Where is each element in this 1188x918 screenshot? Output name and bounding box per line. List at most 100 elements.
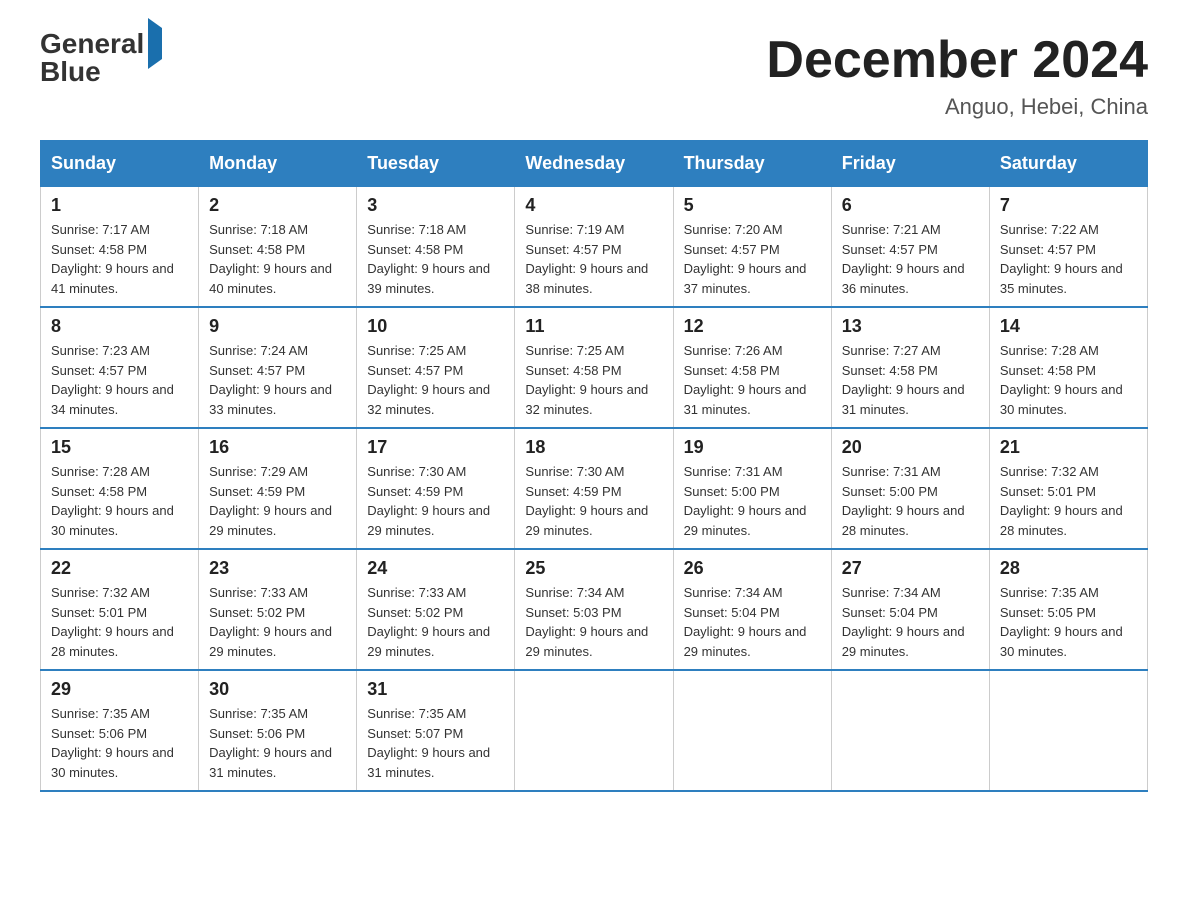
day-info: Sunrise: 7:24 AMSunset: 4:57 PMDaylight:… xyxy=(209,341,346,419)
day-number: 24 xyxy=(367,558,504,579)
day-number: 30 xyxy=(209,679,346,700)
calendar-cell: 28Sunrise: 7:35 AMSunset: 5:05 PMDayligh… xyxy=(989,549,1147,670)
day-number: 8 xyxy=(51,316,188,337)
day-info: Sunrise: 7:33 AMSunset: 5:02 PMDaylight:… xyxy=(367,583,504,661)
day-number: 17 xyxy=(367,437,504,458)
day-info: Sunrise: 7:22 AMSunset: 4:57 PMDaylight:… xyxy=(1000,220,1137,298)
page-header: General Blue December 2024 Anguo, Hebei,… xyxy=(40,30,1148,120)
calendar-cell: 5Sunrise: 7:20 AMSunset: 4:57 PMDaylight… xyxy=(673,187,831,308)
day-number: 27 xyxy=(842,558,979,579)
calendar-cell: 21 Sunrise: 7:32 AMSunset: 5:01 PMDayligh… xyxy=(989,428,1147,549)
logo: General Blue xyxy=(40,30,162,86)
weekday-header: Friday xyxy=(831,141,989,187)
logo-text-blue: Blue xyxy=(40,56,101,87)
calendar-cell: 1Sunrise: 7:17 AMSunset: 4:58 PMDaylight… xyxy=(41,187,199,308)
calendar-cell: 23 Sunrise: 7:33 AMSunset: 5:02 PMDayligh… xyxy=(199,549,357,670)
day-number: 6 xyxy=(842,195,979,216)
day-info: Sunrise: 7:34 AMSunset: 5:03 PMDaylight:… xyxy=(525,583,662,661)
day-number: 21 xyxy=(1000,437,1137,458)
day-number: 26 xyxy=(684,558,821,579)
calendar-cell: 29 Sunrise: 7:35 AMSunset: 5:06 PMDayligh… xyxy=(41,670,199,791)
calendar-week-row: 22Sunrise: 7:32 AMSunset: 5:01 PMDayligh… xyxy=(41,549,1148,670)
calendar-cell: 27Sunrise: 7:34 AMSunset: 5:04 PMDayligh… xyxy=(831,549,989,670)
calendar-cell xyxy=(515,670,673,791)
calendar-cell: 7 Sunrise: 7:22 AMSunset: 4:57 PMDaylight… xyxy=(989,187,1147,308)
day-info: Sunrise: 7:35 AMSunset: 5:06 PMDaylight:… xyxy=(51,704,188,782)
day-number: 5 xyxy=(684,195,821,216)
day-info: Sunrise: 7:25 AMSunset: 4:58 PMDaylight:… xyxy=(525,341,662,419)
day-info: Sunrise: 7:18 AMSunset: 4:58 PMDaylight:… xyxy=(209,220,346,298)
day-info: Sunrise: 7:30 AMSunset: 4:59 PMDaylight:… xyxy=(525,462,662,540)
calendar-cell: 8 Sunrise: 7:23 AMSunset: 4:57 PMDaylight… xyxy=(41,307,199,428)
day-info: Sunrise: 7:31 AMSunset: 5:00 PMDaylight:… xyxy=(842,462,979,540)
day-number: 28 xyxy=(1000,558,1137,579)
day-number: 11 xyxy=(525,316,662,337)
weekday-header: Monday xyxy=(199,141,357,187)
weekday-header: Sunday xyxy=(41,141,199,187)
calendar-week-row: 15 Sunrise: 7:28 AMSunset: 4:58 PMDayligh… xyxy=(41,428,1148,549)
day-number: 16 xyxy=(209,437,346,458)
month-title: December 2024 xyxy=(766,30,1148,90)
day-number: 4 xyxy=(525,195,662,216)
weekday-header: Wednesday xyxy=(515,141,673,187)
day-number: 19 xyxy=(684,437,821,458)
day-info: Sunrise: 7:19 AMSunset: 4:57 PMDaylight:… xyxy=(525,220,662,298)
logo-text: General xyxy=(40,30,162,58)
calendar-week-row: 8 Sunrise: 7:23 AMSunset: 4:57 PMDaylight… xyxy=(41,307,1148,428)
weekday-header: Thursday xyxy=(673,141,831,187)
day-info: Sunrise: 7:31 AMSunset: 5:00 PMDaylight:… xyxy=(684,462,821,540)
day-number: 25 xyxy=(525,558,662,579)
day-number: 29 xyxy=(51,679,188,700)
day-info: Sunrise: 7:28 AMSunset: 4:58 PMDaylight:… xyxy=(51,462,188,540)
calendar-week-row: 29 Sunrise: 7:35 AMSunset: 5:06 PMDayligh… xyxy=(41,670,1148,791)
weekday-header: Tuesday xyxy=(357,141,515,187)
calendar-cell: 9 Sunrise: 7:24 AMSunset: 4:57 PMDaylight… xyxy=(199,307,357,428)
calendar-header: SundayMondayTuesdayWednesdayThursdayFrid… xyxy=(41,141,1148,187)
day-number: 15 xyxy=(51,437,188,458)
day-number: 12 xyxy=(684,316,821,337)
day-info: Sunrise: 7:23 AMSunset: 4:57 PMDaylight:… xyxy=(51,341,188,419)
calendar-cell: 10 Sunrise: 7:25 AMSunset: 4:57 PMDayligh… xyxy=(357,307,515,428)
calendar-cell: 12Sunrise: 7:26 AMSunset: 4:58 PMDayligh… xyxy=(673,307,831,428)
day-number: 14 xyxy=(1000,316,1137,337)
calendar-cell: 20 Sunrise: 7:31 AMSunset: 5:00 PMDayligh… xyxy=(831,428,989,549)
day-number: 2 xyxy=(209,195,346,216)
day-number: 31 xyxy=(367,679,504,700)
day-number: 23 xyxy=(209,558,346,579)
day-info: Sunrise: 7:35 AMSunset: 5:06 PMDaylight:… xyxy=(209,704,346,782)
day-info: Sunrise: 7:27 AMSunset: 4:58 PMDaylight:… xyxy=(842,341,979,419)
calendar-cell: 31 Sunrise: 7:35 AMSunset: 5:07 PMDayligh… xyxy=(357,670,515,791)
weekday-header: Saturday xyxy=(989,141,1147,187)
day-number: 7 xyxy=(1000,195,1137,216)
day-info: Sunrise: 7:35 AMSunset: 5:07 PMDaylight:… xyxy=(367,704,504,782)
day-number: 13 xyxy=(842,316,979,337)
day-number: 10 xyxy=(367,316,504,337)
calendar-cell: 4 Sunrise: 7:19 AMSunset: 4:57 PMDaylight… xyxy=(515,187,673,308)
location: Anguo, Hebei, China xyxy=(766,94,1148,120)
day-info: Sunrise: 7:33 AMSunset: 5:02 PMDaylight:… xyxy=(209,583,346,661)
calendar-week-row: 1Sunrise: 7:17 AMSunset: 4:58 PMDaylight… xyxy=(41,187,1148,308)
calendar-cell: 24 Sunrise: 7:33 AMSunset: 5:02 PMDayligh… xyxy=(357,549,515,670)
day-info: Sunrise: 7:32 AMSunset: 5:01 PMDaylight:… xyxy=(1000,462,1137,540)
day-number: 3 xyxy=(367,195,504,216)
day-info: Sunrise: 7:18 AMSunset: 4:58 PMDaylight:… xyxy=(367,220,504,298)
day-info: Sunrise: 7:28 AMSunset: 4:58 PMDaylight:… xyxy=(1000,341,1137,419)
calendar-cell: 25 Sunrise: 7:34 AMSunset: 5:03 PMDayligh… xyxy=(515,549,673,670)
day-number: 18 xyxy=(525,437,662,458)
day-number: 20 xyxy=(842,437,979,458)
calendar-cell xyxy=(989,670,1147,791)
calendar-cell: 30 Sunrise: 7:35 AMSunset: 5:06 PMDayligh… xyxy=(199,670,357,791)
day-info: Sunrise: 7:17 AMSunset: 4:58 PMDaylight:… xyxy=(51,220,188,298)
calendar-cell: 15 Sunrise: 7:28 AMSunset: 4:58 PMDayligh… xyxy=(41,428,199,549)
day-info: Sunrise: 7:32 AMSunset: 5:01 PMDaylight:… xyxy=(51,583,188,661)
title-section: December 2024 Anguo, Hebei, China xyxy=(766,30,1148,120)
calendar-cell: 26 Sunrise: 7:34 AMSunset: 5:04 PMDayligh… xyxy=(673,549,831,670)
calendar-cell: 13 Sunrise: 7:27 AMSunset: 4:58 PMDayligh… xyxy=(831,307,989,428)
day-info: Sunrise: 7:25 AMSunset: 4:57 PMDaylight:… xyxy=(367,341,504,419)
day-info: Sunrise: 7:34 AMSunset: 5:04 PMDaylight:… xyxy=(684,583,821,661)
calendar-cell: 3 Sunrise: 7:18 AMSunset: 4:58 PMDaylight… xyxy=(357,187,515,308)
day-number: 9 xyxy=(209,316,346,337)
day-info: Sunrise: 7:21 AMSunset: 4:57 PMDaylight:… xyxy=(842,220,979,298)
day-info: Sunrise: 7:30 AMSunset: 4:59 PMDaylight:… xyxy=(367,462,504,540)
calendar-cell: 14 Sunrise: 7:28 AMSunset: 4:58 PMDayligh… xyxy=(989,307,1147,428)
